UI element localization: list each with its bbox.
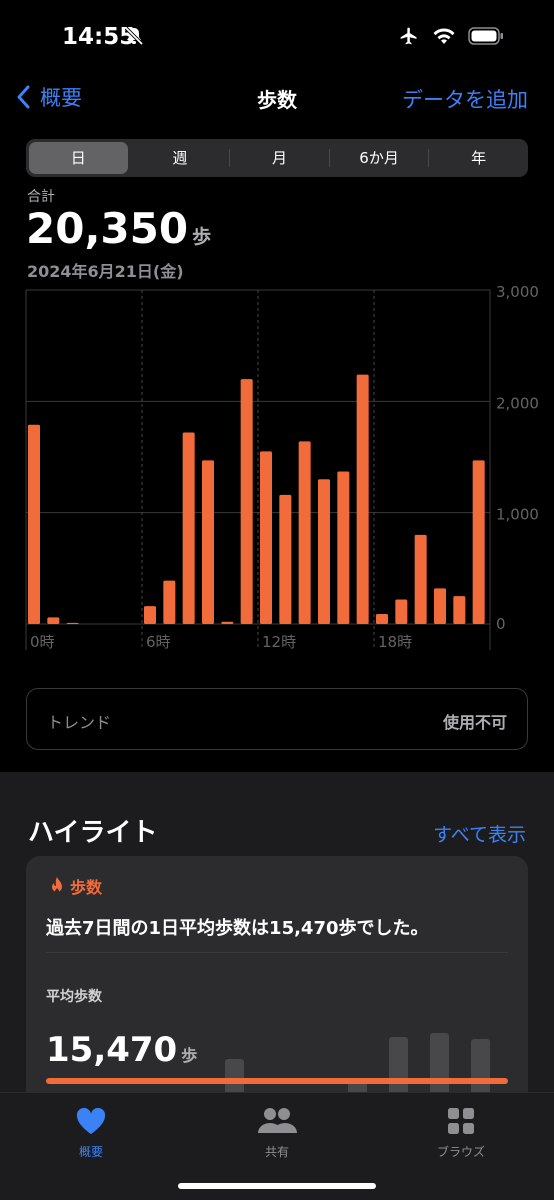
total-label: 合計	[27, 189, 55, 205]
chart-bar	[260, 451, 272, 624]
chart-bar	[472, 460, 485, 624]
average-value: 15,470 歩	[46, 1030, 197, 1070]
chart-bar	[376, 613, 388, 624]
average-line	[46, 1078, 508, 1084]
average-unit: 歩	[181, 1046, 198, 1065]
chart-bar	[47, 617, 60, 624]
chart-bar	[163, 580, 176, 624]
chart-bar	[414, 534, 427, 624]
flame-icon	[52, 877, 62, 894]
total-value: 20,350 歩	[26, 204, 211, 253]
battery-icon	[468, 27, 504, 49]
tab-summary-label: 概要	[78, 1145, 103, 1159]
airplane-icon	[398, 26, 420, 50]
highlight-tag: 歩数	[48, 874, 102, 898]
date-label: 2024年6月21日(金)	[27, 262, 184, 281]
highlights-heading: ハイライト	[28, 818, 158, 848]
segment-year[interactable]: 年	[429, 139, 528, 177]
home-indicator	[178, 1183, 376, 1189]
y-tick-label: 0	[496, 615, 506, 633]
segment-6-months[interactable]: 6か月	[330, 139, 429, 177]
trend-label: トレンド	[47, 713, 112, 732]
people-icon	[217, 1103, 337, 1139]
steps-panel: 日 週 月 6か月 年 合計 20,350 歩 2024年6月21日(金) 3,0…	[0, 126, 554, 772]
highlight-tag-label: 歩数	[70, 878, 103, 897]
total-unit: 歩	[192, 226, 212, 248]
tab-sharing[interactable]: 共有	[217, 1103, 337, 1160]
tab-summary[interactable]: 概要	[31, 1103, 151, 1160]
range-segmented-control: 日 週 月 6か月 年	[26, 139, 528, 177]
bell-slash-icon	[124, 26, 144, 50]
status-bar: 14:55	[0, 0, 554, 76]
chart-bar	[356, 374, 369, 624]
total-number: 20,350	[26, 204, 189, 253]
y-tick-label: 2,000	[496, 394, 539, 412]
average-label: 平均歩数	[46, 989, 102, 1005]
chart-bar	[221, 621, 234, 624]
chart-bar	[144, 606, 156, 624]
chart-bar	[279, 494, 292, 624]
show-all-link[interactable]: すべて表示	[433, 820, 526, 847]
segment-week[interactable]: 週	[131, 139, 230, 177]
trend-row[interactable]: トレンド 使用不可	[26, 688, 528, 750]
trend-value: 使用不可	[442, 713, 507, 732]
chart-bar	[434, 588, 446, 624]
x-tick-label: 0時	[30, 633, 55, 651]
chart-bar	[337, 471, 350, 624]
y-tick-label: 3,000	[496, 286, 539, 301]
navigation-bar: 概要 歩数 データを追加	[0, 76, 554, 124]
chart-bar	[298, 441, 311, 624]
highlights-section: ハイライト すべて表示 歩数 過去7日間の1日平均歩数は15,470歩でした。 …	[0, 772, 554, 1116]
tab-browse-label: ブラウズ	[436, 1145, 485, 1159]
y-tick-label: 1,000	[496, 506, 539, 524]
heart-icon	[31, 1103, 151, 1139]
x-tick-label: 18時	[378, 633, 412, 651]
wifi-icon	[432, 27, 456, 49]
chart-bar	[182, 432, 195, 624]
tab-browse[interactable]: ブラウズ	[401, 1103, 521, 1160]
x-tick-label: 12時	[262, 633, 296, 651]
divider	[46, 952, 508, 953]
chart-bar	[202, 460, 214, 624]
chart-bar	[453, 596, 466, 624]
chart-bar	[318, 479, 330, 624]
add-data-button[interactable]: データを追加	[402, 84, 528, 114]
chart-bar	[240, 379, 253, 624]
chart-bar	[395, 599, 408, 624]
highlight-card[interactable]: 歩数 過去7日間の1日平均歩数は15,470歩でした。 平均歩数 15,470 歩	[26, 856, 528, 1116]
highlight-message: 過去7日間の1日平均歩数は15,470歩でした。	[46, 918, 429, 939]
segment-day[interactable]: 日	[29, 142, 128, 174]
chart-bar	[66, 622, 79, 624]
grid-icon	[401, 1103, 521, 1139]
segment-month[interactable]: 月	[230, 139, 329, 177]
chart-bar	[28, 424, 40, 624]
tab-sharing-label: 共有	[264, 1145, 289, 1159]
average-number: 15,470	[46, 1030, 178, 1070]
x-tick-label: 6時	[146, 633, 171, 651]
steps-bar-chart[interactable]: 3,000 2,000 1,000 0 0時 6時 12時 18時	[0, 286, 554, 656]
